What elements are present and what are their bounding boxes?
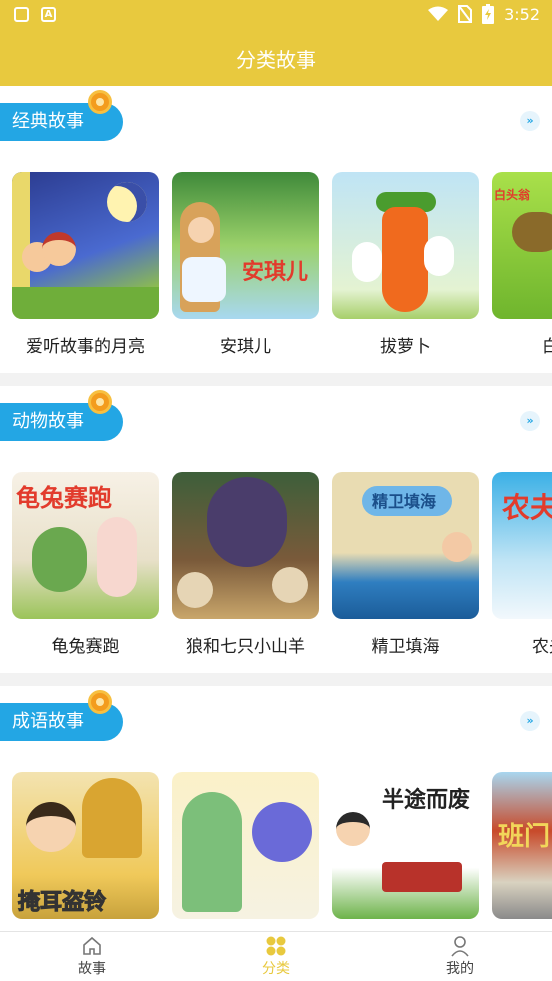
story-card[interactable]: 安琪儿 安琪儿 xyxy=(172,172,319,357)
story-thumbnail: 农夫 xyxy=(492,472,552,619)
thumbnail-title: 安琪儿 xyxy=(242,260,309,285)
more-arrow-icon[interactable]: » xyxy=(520,711,540,731)
story-title: 安琪儿 xyxy=(220,337,271,357)
category-icon xyxy=(266,936,286,956)
story-card[interactable]: 农夫 农夫 xyxy=(492,472,552,657)
story-thumbnail xyxy=(332,172,479,319)
thumbnail-title: 农夫 xyxy=(502,491,552,524)
story-title: 农夫 xyxy=(532,637,552,657)
thumbnail-title: 龟兔赛跑 xyxy=(16,484,112,512)
story-card[interactable]: 掩耳盗铃 xyxy=(12,772,159,919)
story-card[interactable]: 爱听故事的月亮 xyxy=(12,172,159,357)
more-arrow-icon[interactable]: » xyxy=(520,111,540,131)
story-thumbnail: 掩耳盗铃 xyxy=(12,772,159,919)
nav-profile[interactable]: 我的 xyxy=(420,934,500,978)
status-bar: A 3:52 xyxy=(0,0,552,30)
section-classic-stories: 经典故事 » 爱听故事的月亮 安琪儿 安琪儿 拔萝卜 白头翁 白 xyxy=(0,86,552,373)
home-icon xyxy=(83,936,101,955)
more-arrow-icon[interactable]: » xyxy=(520,411,540,431)
story-title: 龟兔赛跑 xyxy=(51,637,120,657)
section-animal-stories: 动物故事 » 龟兔赛跑 龟兔赛跑 狼和七只小山羊 精卫填海 精卫填海 农夫 农 xyxy=(0,386,552,673)
notification-icon xyxy=(14,7,29,22)
nav-label: 分类 xyxy=(262,961,290,977)
story-card[interactable]: 拔萝卜 xyxy=(332,172,479,357)
thumbnail-title: 白头翁 xyxy=(494,188,531,202)
thumbnail-title: 半途而废 xyxy=(382,788,471,813)
story-card[interactable]: 狼和七只小山羊 xyxy=(172,472,319,657)
user-icon xyxy=(451,936,469,957)
nav-label: 我的 xyxy=(446,961,474,977)
no-sim-icon xyxy=(458,5,473,23)
nav-label: 故事 xyxy=(78,961,106,977)
page-title: 分类故事 xyxy=(236,48,316,72)
story-title: 狼和七只小山羊 xyxy=(186,637,305,657)
story-card[interactable]: 白头翁 白 xyxy=(492,172,552,357)
story-title: 精卫填海 xyxy=(371,637,440,657)
thumbnail-title: 掩耳盗铃 xyxy=(17,890,107,916)
story-card[interactable]: 半途而废 xyxy=(332,772,479,919)
story-thumbnail: 安琪儿 xyxy=(172,172,319,319)
lion-mascot-icon xyxy=(88,690,112,714)
story-card[interactable]: 班门 xyxy=(492,772,552,919)
bottom-nav: 故事 分类 我的 xyxy=(0,931,552,981)
story-card[interactable]: 龟兔赛跑 龟兔赛跑 xyxy=(12,472,159,657)
story-title: 爱听故事的月亮 xyxy=(26,337,145,357)
app-notification-icon: A xyxy=(41,7,56,22)
story-thumbnail: 精卫填海 xyxy=(332,472,479,619)
battery-icon xyxy=(482,4,495,24)
nav-stories[interactable]: 故事 xyxy=(52,934,132,978)
section-idiom-stories: 成语故事 » 掩耳盗铃 半途而废 班门 xyxy=(0,686,552,931)
thumbnail-title: 班门 xyxy=(498,822,551,852)
story-title: 拔萝卜 xyxy=(380,337,431,357)
nav-categories[interactable]: 分类 xyxy=(236,934,316,978)
story-title: 白 xyxy=(542,337,552,357)
wifi-icon xyxy=(428,6,449,21)
story-thumbnail: 半途而废 xyxy=(332,772,479,919)
story-card[interactable] xyxy=(172,772,319,919)
lion-mascot-icon xyxy=(88,390,112,414)
story-thumbnail xyxy=(12,172,159,319)
story-card[interactable]: 精卫填海 精卫填海 xyxy=(332,472,479,657)
status-time: 3:52 xyxy=(504,4,540,24)
lion-mascot-icon xyxy=(88,90,112,114)
story-thumbnail: 白头翁 xyxy=(492,172,552,319)
thumbnail-title: 精卫填海 xyxy=(372,492,437,511)
story-thumbnail: 班门 xyxy=(492,772,552,919)
story-thumbnail xyxy=(172,772,319,919)
story-thumbnail xyxy=(172,472,319,619)
top-bar: A 3:52 分类故事 xyxy=(0,0,552,86)
story-thumbnail: 龟兔赛跑 xyxy=(12,472,159,619)
